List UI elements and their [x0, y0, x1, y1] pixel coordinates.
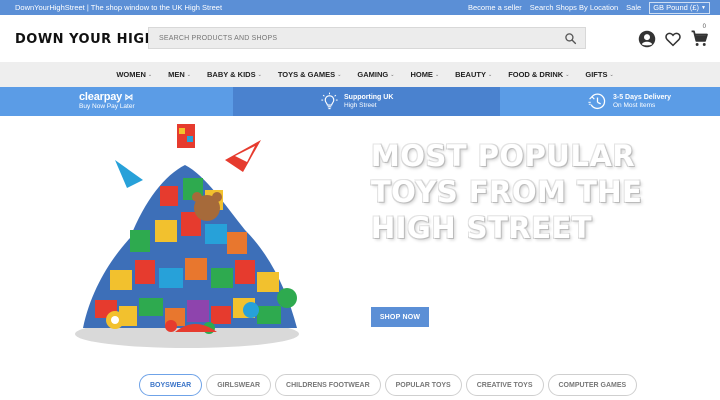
shop-now-button[interactable]: SHOP NOW [371, 307, 429, 327]
chevron-down-icon: ⌄ [186, 71, 191, 78]
nav-item-label: TOYS & GAMES [277, 70, 336, 79]
clearpay-banner[interactable]: clearpay ⋈ Buy Now Pay Later [0, 87, 233, 116]
nav-item-home[interactable]: HOME ⌄ [410, 70, 439, 79]
currency-select[interactable]: GB Pound (£) ▼ [649, 1, 710, 14]
delivery-clock-icon [588, 93, 606, 110]
chevron-down-icon: ⌄ [337, 71, 342, 78]
chevron-down-icon: ▼ [701, 4, 706, 11]
toy-pile-image [75, 124, 299, 348]
sale-link[interactable]: Sale [626, 3, 641, 12]
chevron-down-icon: ⌄ [390, 71, 395, 78]
site-header: DOWN YOUR HIGHST 0 [0, 15, 720, 62]
search-bar [148, 27, 586, 49]
pill-creative-toys[interactable]: CREATIVE TOYS [465, 374, 544, 396]
nav-item-baby-kids[interactable]: BABY & KIDS ⌄ [207, 70, 262, 79]
heart-icon[interactable] [664, 30, 682, 48]
top-links: Become a seller Search Shops By Location… [468, 1, 710, 14]
delivery-sub: On Most Items [613, 101, 656, 109]
chevron-down-icon: ⌄ [487, 71, 493, 78]
pill-popular-toys[interactable]: POPULAR TOYS [384, 374, 462, 396]
top-bar: DownYourHighStreet | The shop window to … [0, 0, 720, 15]
header-icons: 0 [638, 24, 709, 48]
chevron-down-icon: ⌄ [257, 71, 262, 78]
clearpay-logo: clearpay ⋈ [79, 92, 135, 103]
nav-item-women[interactable]: WOMEN ⌄ [116, 70, 152, 79]
nav-item-label: BEAUTY [455, 70, 486, 79]
hero-title: MOST POPULAR TOYS FROM THE HIGH STREET [371, 139, 643, 245]
site-tagline: DownYourHighStreet | The shop window to … [15, 3, 223, 12]
nav-item-gifts[interactable]: GIFTS ⌄ [585, 70, 613, 79]
nav-item-label: GIFTS [585, 70, 608, 79]
lightbulb-icon [321, 92, 338, 110]
delivery-title: 3-5 Days Delivery [613, 93, 671, 101]
clearpay-mark-icon: ⋈ [122, 92, 134, 102]
nav-item-label: BABY & KIDS [206, 70, 256, 79]
become-seller-link[interactable]: Become a seller [468, 3, 522, 12]
nav-item-gaming[interactable]: GAMING ⌄ [357, 70, 394, 79]
pill-girlswear[interactable]: GIRLSWEAR [206, 374, 272, 396]
supporting-uk-banner: Supporting UK High Street [233, 87, 500, 116]
category-pills: BOYSWEAR GIRLSWEAR CHILDRENS FOOTWEAR PO… [139, 374, 638, 396]
delivery-banner: 3-5 Days Delivery On Most Items [500, 87, 720, 116]
cart-icon [691, 30, 708, 46]
pill-boyswear[interactable]: BOYSWEAR [139, 374, 203, 396]
site-logo[interactable]: DOWN YOUR HIGHST [15, 31, 170, 47]
supporting-uk-sub: High Street [344, 101, 377, 109]
chevron-down-icon: ⌄ [609, 71, 614, 78]
nav-item-label: GAMING [357, 70, 389, 79]
nav-item-label: WOMEN [116, 70, 146, 79]
category-nav: WOMEN ⌄ MEN ⌄ BABY & KIDS ⌄ TOYS & GAMES ⌄ G… [0, 62, 720, 87]
nav-item-label: FOOD & DRINK [508, 70, 564, 79]
chevron-down-icon: ⌄ [147, 71, 153, 78]
nav-item-beauty[interactable]: BEAUTY ⌄ [455, 70, 492, 79]
search-icon[interactable] [564, 32, 577, 45]
chevron-down-icon: ⌄ [565, 71, 570, 78]
chevron-down-icon: ⌄ [434, 71, 440, 78]
logo-text: DOWN YOUR HIGH [15, 32, 156, 47]
hero-banner: MOST POPULAR TOYS FROM THE HIGH STREET S… [0, 116, 720, 366]
nav-item-men[interactable]: MEN ⌄ [168, 70, 191, 79]
nav-item-label: MEN [168, 70, 185, 79]
nav-item-label: HOME [410, 70, 433, 79]
supporting-uk-title: Supporting UK [344, 93, 394, 101]
cart-count: 0 [702, 24, 706, 30]
nav-item-food-drink[interactable]: FOOD & DRINK ⌄ [508, 70, 569, 79]
clearpay-subtext: Buy Now Pay Later [79, 103, 135, 110]
search-shops-location-link[interactable]: Search Shops By Location [530, 3, 618, 12]
nav-item-toys-games[interactable]: TOYS & GAMES ⌄ [278, 70, 342, 79]
pill-childrens-footwear[interactable]: CHILDRENS FOOTWEAR [275, 374, 381, 396]
feature-strip: clearpay ⋈ Buy Now Pay Later Supporting … [0, 87, 720, 116]
cart-button[interactable]: 0 [690, 24, 709, 48]
currency-label: GB Pound (£) [653, 3, 700, 12]
clearpay-logo-text: clearpay [79, 91, 123, 103]
pill-computer-games[interactable]: COMPUTER GAMES [547, 374, 638, 396]
account-icon[interactable] [638, 30, 656, 48]
search-input[interactable] [159, 34, 559, 42]
